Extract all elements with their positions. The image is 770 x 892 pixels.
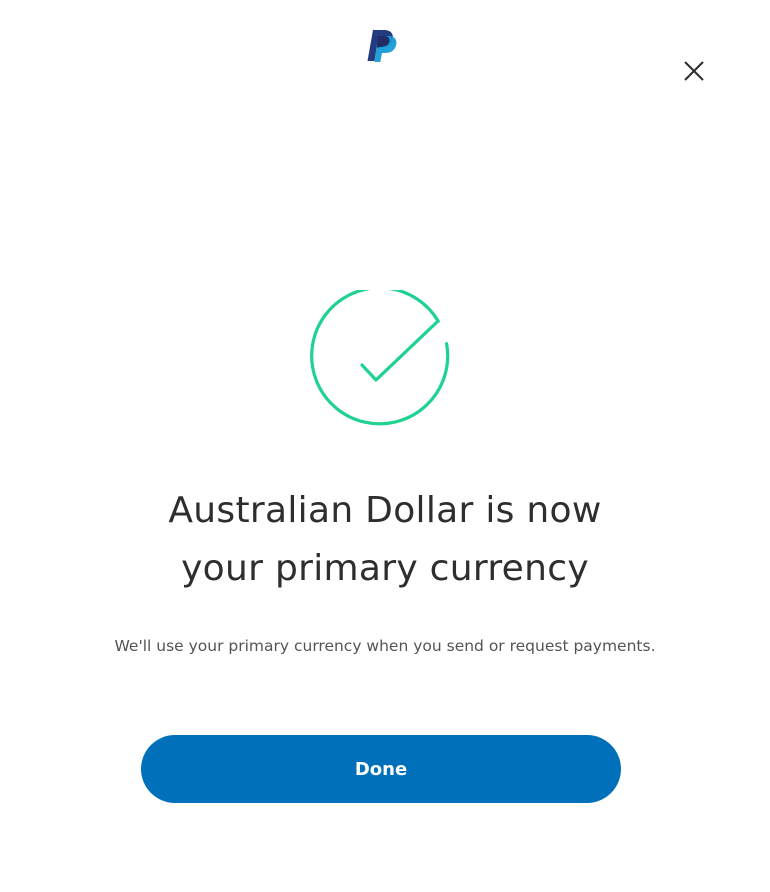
close-icon: [684, 61, 704, 81]
done-button[interactable]: Done: [141, 735, 621, 803]
currency-confirmation-page: Australian Dollar is now your primary cu…: [0, 0, 770, 892]
close-button[interactable]: [678, 55, 710, 87]
title-line-1: Australian Dollar is now: [168, 490, 602, 531]
title-line-2: your primary currency: [181, 548, 589, 589]
paypal-logo-icon: [364, 28, 398, 64]
check-circle-icon: [308, 286, 454, 438]
confirmation-title: Australian Dollar is now your primary cu…: [85, 482, 685, 598]
confirmation-description: We'll use your primary currency when you…: [114, 637, 656, 655]
